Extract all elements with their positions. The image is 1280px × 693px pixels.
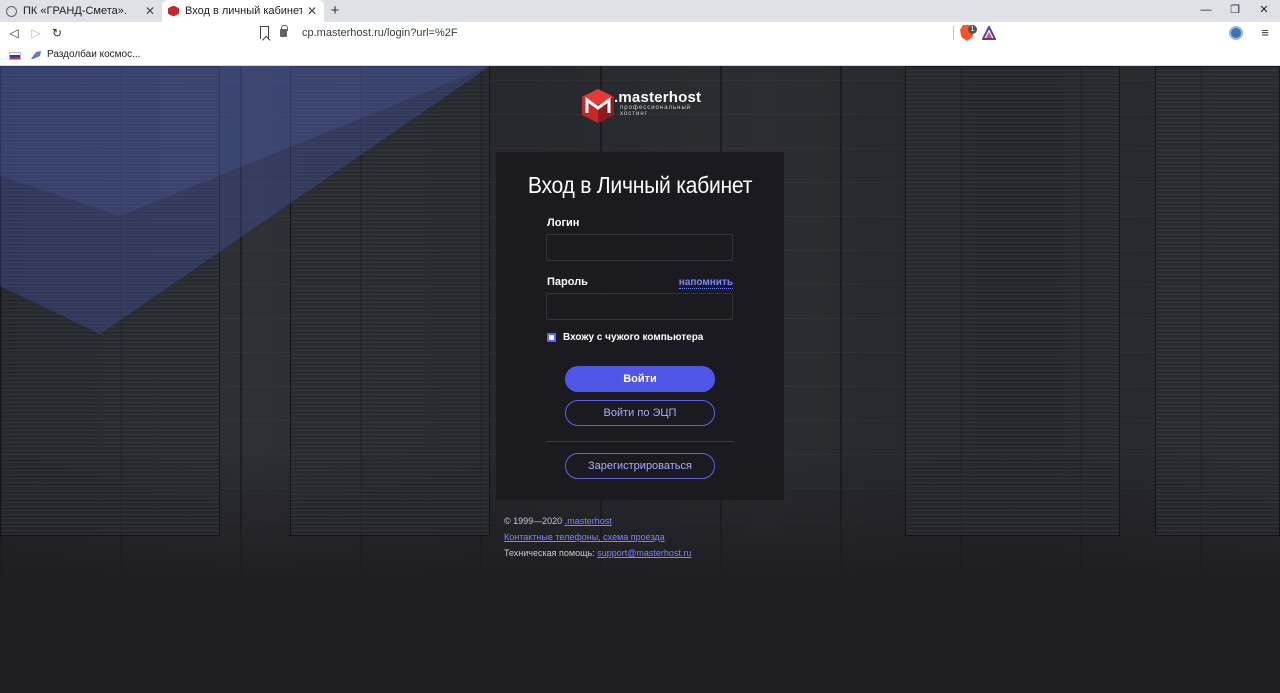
contacts-link[interactable]: Контактные телефоны, схема проезда	[504, 532, 665, 542]
tab-masterhost-login[interactable]: Вход в личный кабинет Мастерх ✕	[162, 0, 324, 22]
tab-title: ПК «ГРАНД-Смета».	[23, 5, 127, 17]
back-button[interactable]: ◁	[5, 24, 23, 42]
register-button[interactable]: Зарегистрироваться	[565, 453, 715, 479]
russian-flag-icon[interactable]	[9, 52, 21, 60]
lock-icon	[280, 25, 288, 37]
tab-title: Вход в личный кабинет Мастерх	[185, 5, 302, 17]
minimize-button[interactable]: —	[1190, 0, 1222, 22]
bookmark-icon[interactable]	[260, 26, 269, 39]
login-title: Вход в Личный кабинет	[527, 172, 753, 198]
logo-wordmark: .masterhost	[614, 89, 702, 106]
browser-tab-bar: ПК «ГРАНД-Смета». ✕ Вход в личный кабине…	[0, 0, 1280, 22]
support-email-link[interactable]: support@masterhost.ru	[597, 548, 691, 558]
maximize-button[interactable]: ❐	[1219, 0, 1251, 22]
masterhost-logo-icon	[582, 89, 614, 123]
ecp-login-button[interactable]: Войти по ЭЦП	[565, 400, 715, 426]
bookmarks-bar: Раздолбаи космос...	[0, 44, 1280, 66]
masterhost-link[interactable]: .masterhost	[565, 516, 612, 526]
url-input[interactable]: cp.masterhost.ru/login?url=%2F	[280, 25, 1000, 41]
globe-icon	[6, 5, 17, 17]
url-divider	[953, 26, 954, 40]
brave-shields-count: 1	[968, 25, 977, 34]
support-label: Техническая помощь:	[504, 548, 595, 558]
login-input[interactable]	[546, 234, 733, 261]
copyright-text: © 1999—2020	[504, 516, 563, 526]
extension-icon[interactable]	[1229, 26, 1243, 40]
remind-password-link[interactable]: напомнить	[678, 277, 733, 289]
login-button[interactable]: Войти	[565, 366, 715, 392]
reload-button[interactable]: ↻	[48, 24, 66, 42]
url-text: cp.masterhost.ru/login?url=%2F	[302, 27, 458, 39]
foreign-pc-label[interactable]: Вхожу с чужого компьютера	[563, 332, 703, 343]
masterhost-favicon-icon	[168, 5, 179, 17]
rocket-icon	[31, 51, 41, 59]
login-card: Вход в Личный кабинет Логин Пароль напом…	[496, 152, 784, 500]
brave-rewards-icon[interactable]	[982, 26, 996, 40]
close-tab-icon[interactable]: ✕	[306, 4, 318, 18]
support-row: Техническая помощь: support@masterhost.r…	[504, 548, 691, 558]
close-tab-icon[interactable]: ✕	[144, 4, 156, 18]
close-window-button[interactable]: ✕	[1248, 0, 1280, 22]
password-input[interactable]	[546, 293, 733, 320]
copyright: © 1999—2020 .masterhost	[504, 516, 612, 526]
login-label: Логин	[547, 217, 580, 229]
bookmark-item[interactable]: Раздолбаи космос...	[47, 48, 140, 62]
address-toolbar: ◁ ▷ ↻ cp.masterhost.ru/login?url=%2F 1 ≡	[0, 22, 1280, 44]
tab-grand-smeta[interactable]: ПК «ГРАНД-Смета». ✕	[0, 0, 162, 22]
browser-menu-icon[interactable]: ≡	[1258, 25, 1272, 41]
login-page: .masterhost профессиональный хостинг Вхо…	[0, 66, 1280, 693]
foreign-pc-checkbox[interactable]	[547, 333, 556, 342]
contacts-row: Контактные телефоны, схема проезда	[504, 532, 665, 542]
card-divider	[546, 441, 734, 442]
new-tab-button[interactable]: +	[326, 1, 344, 21]
logo-subtitle: профессиональный хостинг	[620, 105, 692, 117]
forward-button[interactable]: ▷	[27, 24, 45, 42]
password-label: Пароль	[547, 276, 588, 288]
